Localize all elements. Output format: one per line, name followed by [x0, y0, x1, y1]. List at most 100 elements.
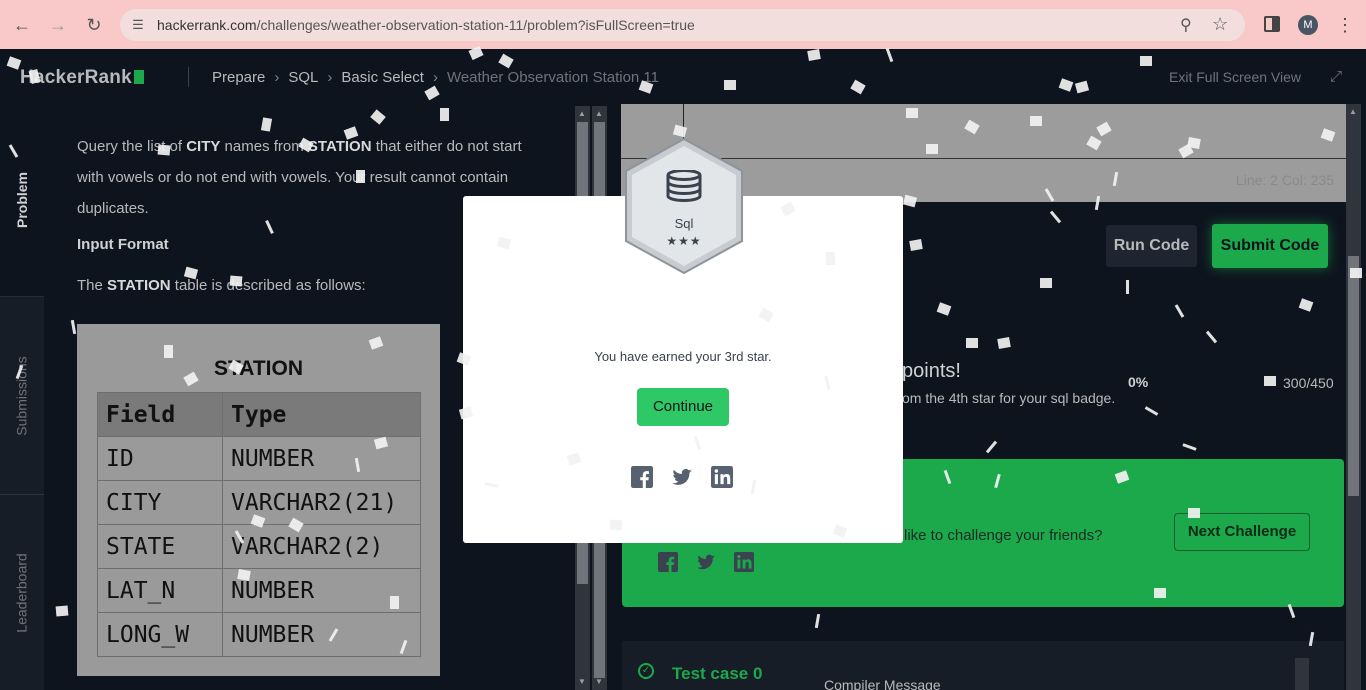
check-circle-icon: ✓	[638, 663, 654, 679]
scroll-up-icon[interactable]: ▲	[575, 108, 589, 120]
linkedin-icon[interactable]	[711, 466, 733, 488]
scroll-thumb[interactable]	[1348, 256, 1359, 496]
submit-code-button[interactable]: Submit Code	[1212, 224, 1328, 268]
confetti-piece	[1040, 278, 1052, 288]
scroll-down-icon[interactable]: ▼	[575, 676, 589, 688]
address-bar[interactable]: ☰ hackerrank.com/challenges/weather-obse…	[120, 9, 1245, 41]
table-row: LAT_N NUMBER	[97, 568, 421, 613]
compiler-scrollbar[interactable]	[1295, 658, 1309, 690]
exit-fullscreen-link[interactable]: Exit Full Screen View	[1169, 69, 1301, 85]
app-header: HackerRank Prepare › SQL › Basic Select › Weat…	[0, 49, 1366, 104]
confetti-piece	[1188, 508, 1200, 518]
points-text: points!	[902, 360, 961, 382]
breadcrumb: Prepare › SQL › Basic Select › Weather Observa…	[212, 69, 659, 86]
facebook-icon[interactable]	[631, 466, 653, 488]
breadcrumb-basic-select[interactable]: Basic Select	[341, 69, 424, 86]
zoom-icon[interactable]: ⚲	[1180, 15, 1192, 35]
table-cell: VARCHAR2(2)	[222, 524, 421, 569]
editor-scrollbar[interactable]: ▲	[1346, 104, 1361, 690]
confetti-piece	[1350, 268, 1362, 278]
confetti-piece	[1140, 56, 1152, 66]
tab-leaderboard[interactable]: Leaderboard	[0, 494, 44, 690]
confetti-piece	[826, 252, 835, 265]
confetti-piece	[609, 519, 623, 531]
table-row: STATE VARCHAR2(2)	[97, 524, 421, 569]
confetti-piece	[724, 80, 736, 90]
scroll-up-icon[interactable]: ▲	[1346, 106, 1360, 118]
hexagon-badge-icon	[625, 137, 743, 275]
table-header: Field	[97, 392, 223, 437]
confetti-piece	[909, 239, 923, 251]
run-code-button[interactable]: Run Code	[1106, 225, 1197, 267]
confetti-piece	[229, 275, 243, 287]
tab-submissions[interactable]: Submissions	[0, 296, 44, 494]
sql-badge: Sql ★★★	[622, 136, 746, 276]
confetti-piece	[390, 596, 399, 609]
logo-mark-icon	[133, 70, 144, 84]
confetti-piece	[807, 49, 821, 61]
browser-menu-icon[interactable]: ⋮	[1336, 13, 1354, 37]
confetti-piece	[356, 170, 365, 183]
share-row	[658, 552, 754, 572]
achievement-message: You have earned your 3rd star.	[594, 349, 772, 364]
badge-stars: ★★★	[666, 234, 702, 248]
database-icon	[666, 170, 702, 202]
facebook-icon[interactable]	[658, 552, 678, 572]
profile-avatar[interactable]: M	[1298, 15, 1318, 35]
scroll-down-icon[interactable]: ▼	[592, 676, 606, 688]
site-settings-icon[interactable]: ☰	[130, 17, 146, 33]
confetti-piece	[157, 144, 171, 156]
scroll-up-icon[interactable]: ▲	[592, 108, 606, 120]
confetti-piece	[237, 569, 251, 581]
table-cell: STATE	[97, 524, 223, 569]
confetti-piece	[440, 108, 449, 121]
input-format-heading: Input Format	[77, 236, 169, 253]
chevron-right-icon: ›	[432, 69, 438, 86]
url-text: hackerrank.com/challenges/weather-observ…	[157, 17, 695, 33]
confetti-piece	[1126, 280, 1129, 294]
twitter-icon[interactable]	[671, 466, 693, 488]
table-row: LONG_W NUMBER	[97, 612, 421, 657]
table-cell: CITY	[97, 480, 223, 525]
table-cell: NUMBER	[222, 436, 421, 481]
breadcrumb-sql[interactable]: SQL	[288, 69, 318, 86]
collapse-icon[interactable]: ⤢	[1330, 68, 1342, 85]
next-star-text: om the 4th star for your sql badge.	[902, 390, 1116, 406]
test-case-bar[interactable]: ✓ Test case 0 Compiler Message	[622, 641, 1344, 690]
confetti-piece	[1154, 588, 1166, 598]
vertical-tabs: Problem Submissions Leaderboard	[0, 104, 44, 690]
confetti-piece	[1264, 376, 1276, 386]
side-panel-icon[interactable]	[1264, 16, 1280, 32]
station-table-title: STATION	[213, 357, 304, 380]
tab-leaderboard-label: Leaderboard	[14, 552, 30, 633]
tab-problem[interactable]: Problem	[0, 104, 44, 296]
twitter-icon[interactable]	[696, 552, 716, 572]
confetti-piece	[926, 144, 938, 154]
test-case-label[interactable]: Test case 0	[672, 664, 762, 684]
linkedin-icon[interactable]	[734, 552, 754, 572]
chevron-right-icon: ›	[327, 69, 333, 86]
challenge-friends-text: like to challenge your friends?	[904, 527, 1103, 544]
confetti-piece	[966, 338, 978, 348]
table-cell: ID	[97, 436, 223, 481]
reload-icon[interactable]: ↻	[82, 13, 106, 37]
breadcrumb-prepare[interactable]: Prepare	[212, 69, 265, 86]
next-challenge-button[interactable]: Next Challenge	[1174, 513, 1310, 551]
back-icon[interactable]: ←	[10, 13, 34, 37]
continue-button[interactable]: Continue	[637, 388, 729, 426]
table-cell: LAT_N	[97, 568, 223, 613]
bookmark-star-icon[interactable]: ☆	[1212, 14, 1228, 35]
confetti-piece	[164, 345, 173, 358]
browser-toolbar: ← → ↻ ☰ hackerrank.com/challenges/weathe…	[0, 0, 1366, 49]
table-header: Type	[222, 392, 421, 437]
table-cell: LONG_W	[97, 612, 223, 657]
cursor-position: Line: 2 Col: 235	[1235, 172, 1334, 188]
tab-problem-label: Problem	[14, 171, 31, 229]
forward-icon[interactable]: →	[46, 13, 70, 37]
confetti-piece	[1030, 116, 1042, 126]
table-cell: NUMBER	[222, 612, 421, 657]
confetti-piece	[1187, 137, 1201, 149]
breadcrumb-current: Weather Observation Station 11	[446, 69, 660, 86]
badge-name: Sql	[674, 216, 694, 231]
chevron-right-icon: ›	[274, 69, 280, 86]
